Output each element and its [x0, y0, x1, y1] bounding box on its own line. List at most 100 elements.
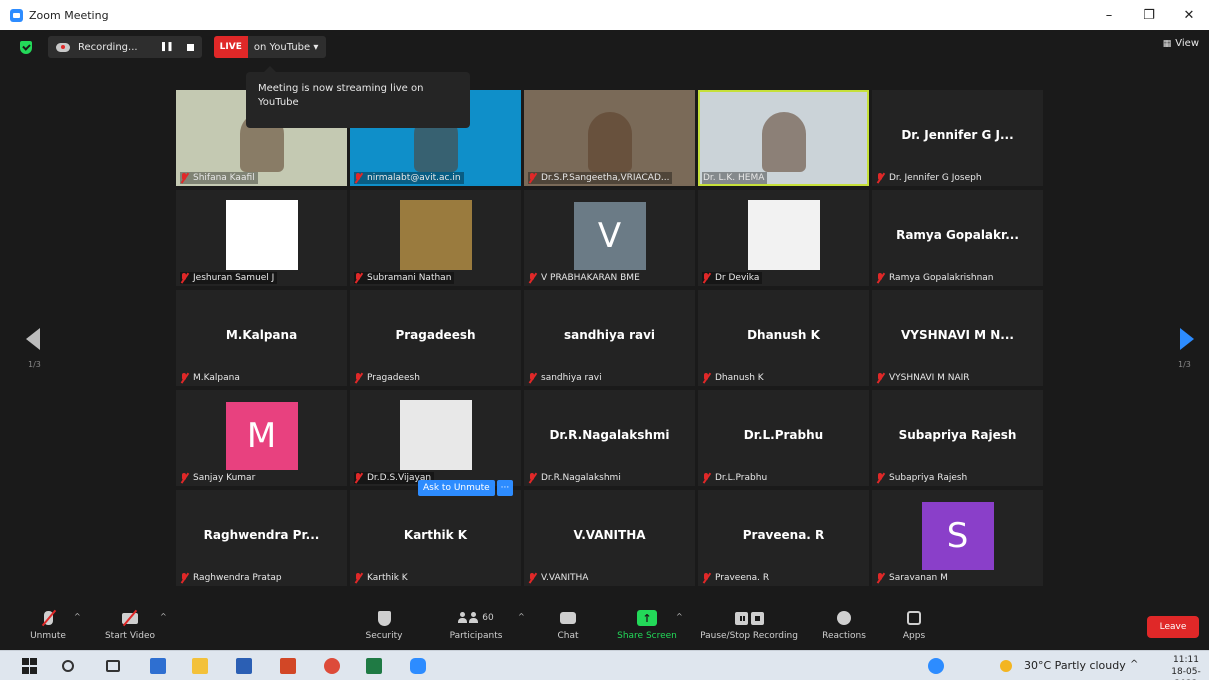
participant-tile[interactable]: M.Kalpana M.Kalpana — [176, 290, 347, 386]
participant-name: Subapriya Rajesh — [889, 473, 968, 483]
apps-button[interactable]: Apps — [894, 608, 934, 641]
microphone-muted-icon — [41, 609, 56, 627]
windows-start-icon[interactable] — [22, 658, 38, 674]
microsoft-store-icon[interactable] — [150, 658, 166, 674]
clock-time: 11:11 — [1173, 655, 1199, 665]
participant-tile[interactable]: V.VANITHA V.VANITHA — [524, 490, 695, 586]
participant-tile[interactable]: Subramani Nathan — [350, 190, 521, 286]
participant-tile[interactable]: M Sanjay Kumar — [176, 390, 347, 486]
close-button[interactable]: ✕ — [1169, 0, 1209, 30]
chrome-icon[interactable] — [324, 658, 340, 674]
participant-name: Ramya Gopalakrishnan — [889, 273, 994, 283]
participant-tile[interactable]: Karthik K Karthik K Ask to Unmute ··· — [350, 480, 521, 586]
participant-video — [761, 112, 806, 172]
clock[interactable]: 11:11 18-05-2022 — [1163, 654, 1209, 680]
participant-name: Karthik K — [367, 573, 408, 583]
reactions-icon — [837, 611, 851, 625]
share-options-caret-icon[interactable]: ^ — [676, 612, 683, 621]
search-icon[interactable] — [62, 660, 74, 672]
security-shield-icon[interactable] — [20, 40, 32, 54]
participant-tile[interactable]: Ramya Gopalakr... Ramya Gopalakrishnan — [872, 190, 1043, 286]
meeting-topbar: Recording... ❚❚ LIVE on YouTube ▾ — [0, 36, 327, 58]
reactions-button[interactable]: Reactions — [818, 608, 870, 641]
live-stream-indicator[interactable]: LIVE on YouTube ▾ — [213, 36, 327, 58]
participant-tile[interactable]: VYSHNAVI M N... VYSHNAVI M NAIR — [872, 290, 1043, 386]
ask-to-unmute-button[interactable]: Ask to Unmute — [418, 480, 495, 496]
muted-mic-icon — [877, 573, 884, 583]
muted-mic-icon — [355, 473, 362, 483]
participants-button[interactable]: 60 Participants — [446, 608, 506, 641]
participant-tile[interactable]: Dr.S.P.Sangeetha,VRIACAD... — [524, 90, 695, 186]
muted-mic-icon — [355, 373, 362, 383]
live-target-dropdown[interactable]: on YouTube ▾ — [248, 42, 327, 53]
participants-caret-icon[interactable]: ^ — [518, 612, 525, 621]
participant-tile[interactable]: Dr. Jennifer G J... Dr. Jennifer G Joseph — [872, 90, 1043, 186]
pause-stop-recording-button[interactable]: Pause/Stop Recording — [696, 608, 802, 641]
cloud-recording-icon — [56, 42, 70, 52]
participant-display-name: Dr.R.Nagalakshmi — [549, 428, 670, 442]
chat-button[interactable]: Chat — [548, 608, 588, 641]
stop-recording-icon[interactable] — [186, 43, 194, 51]
start-video-button[interactable]: Start Video — [100, 608, 160, 641]
file-explorer-icon[interactable] — [192, 658, 208, 674]
participant-tile[interactable]: Dr.D.S.Vijayan — [350, 390, 521, 486]
participant-name: Subramani Nathan — [367, 273, 452, 283]
participant-name: Dr.S.P.Sangeetha,VRIACAD... — [541, 173, 670, 183]
participant-nametag: M.Kalpana — [180, 372, 243, 384]
participant-tile[interactable]: Raghwendra Pr... Raghwendra Pratap — [176, 490, 347, 586]
excel-icon[interactable] — [366, 658, 382, 674]
network-icon[interactable] — [928, 658, 944, 674]
participant-tile[interactable]: Dr.L.Prabhu Dr.L.Prabhu — [698, 390, 869, 486]
view-button[interactable]: ▦ View — [1163, 38, 1199, 49]
participant-tile[interactable]: Dr.R.Nagalakshmi Dr.R.Nagalakshmi — [524, 390, 695, 486]
minimize-button[interactable]: – — [1089, 0, 1129, 30]
participant-nametag: Jeshuran Samuel J — [180, 272, 278, 284]
start-video-label: Start Video — [104, 631, 156, 641]
audio-options-caret-icon[interactable]: ^ — [74, 612, 81, 621]
pause-recording-icon[interactable]: ❚❚ — [160, 42, 174, 52]
leave-button[interactable]: Leave — [1147, 616, 1199, 638]
share-screen-label: Share Screen — [617, 631, 677, 641]
participant-tile[interactable]: Jeshuran Samuel J — [176, 190, 347, 286]
muted-mic-icon — [355, 273, 362, 283]
security-button[interactable]: Security — [360, 608, 408, 641]
participants-label: Participants — [449, 631, 503, 641]
participant-tile[interactable]: Praveena. R Praveena. R — [698, 490, 869, 586]
participant-name: Saravanan M — [889, 573, 948, 583]
muted-mic-icon — [355, 173, 362, 183]
participant-display-name: Dhanush K — [747, 328, 820, 342]
participant-tile[interactable]: Dr Devika — [698, 190, 869, 286]
participant-tile[interactable]: sandhiya ravi sandhiya ravi — [524, 290, 695, 386]
pause-stop-recording-icon — [696, 608, 802, 628]
participant-name: Shifana Kaafil — [193, 173, 255, 183]
muted-mic-icon — [529, 573, 536, 583]
restore-button[interactable]: ❐ — [1129, 0, 1169, 30]
participant-nametag: Dhanush K — [702, 372, 767, 384]
muted-mic-icon — [181, 373, 188, 383]
participant-name: nirmalabt@avit.ac.in — [367, 173, 461, 183]
share-screen-button[interactable]: ↑ Share Screen — [614, 608, 680, 641]
participant-tile[interactable]: V V PRABHAKARAN BME — [524, 190, 695, 286]
partly-cloudy-icon — [1000, 659, 1012, 672]
unmute-button[interactable]: Unmute — [24, 608, 72, 641]
show-hidden-icons-icon[interactable]: ^ — [1130, 659, 1138, 670]
more-options-button[interactable]: ··· — [496, 480, 514, 496]
task-view-icon[interactable] — [106, 660, 120, 672]
previous-page-button[interactable]: 1/3 — [22, 328, 44, 369]
muted-mic-icon — [877, 473, 884, 483]
word-icon[interactable] — [236, 658, 252, 674]
participant-tile[interactable]: Pragadeesh Pragadeesh — [350, 290, 521, 386]
zoom-taskbar-icon[interactable] — [410, 658, 426, 674]
participant-name: Dhanush K — [715, 373, 764, 383]
participant-name: Dr.L.Prabhu — [715, 473, 768, 483]
next-page-button[interactable]: 1/3 — [1172, 328, 1194, 369]
weather-text: 30°C Partly cloudy — [1024, 659, 1126, 672]
weather-widget[interactable]: 30°C Partly cloudy — [1000, 659, 1126, 672]
powerpoint-icon[interactable] — [280, 658, 296, 674]
participant-tile[interactable]: Dhanush K Dhanush K — [698, 290, 869, 386]
participant-tile[interactable]: S Saravanan M — [872, 490, 1043, 586]
participant-tile[interactable]: Dr. L.K. HEMA — [698, 90, 869, 186]
participant-tile[interactable]: Subapriya Rajesh Subapriya Rajesh — [872, 390, 1043, 486]
participant-display-name: Pragadeesh — [395, 328, 476, 342]
video-options-caret-icon[interactable]: ^ — [160, 612, 167, 621]
